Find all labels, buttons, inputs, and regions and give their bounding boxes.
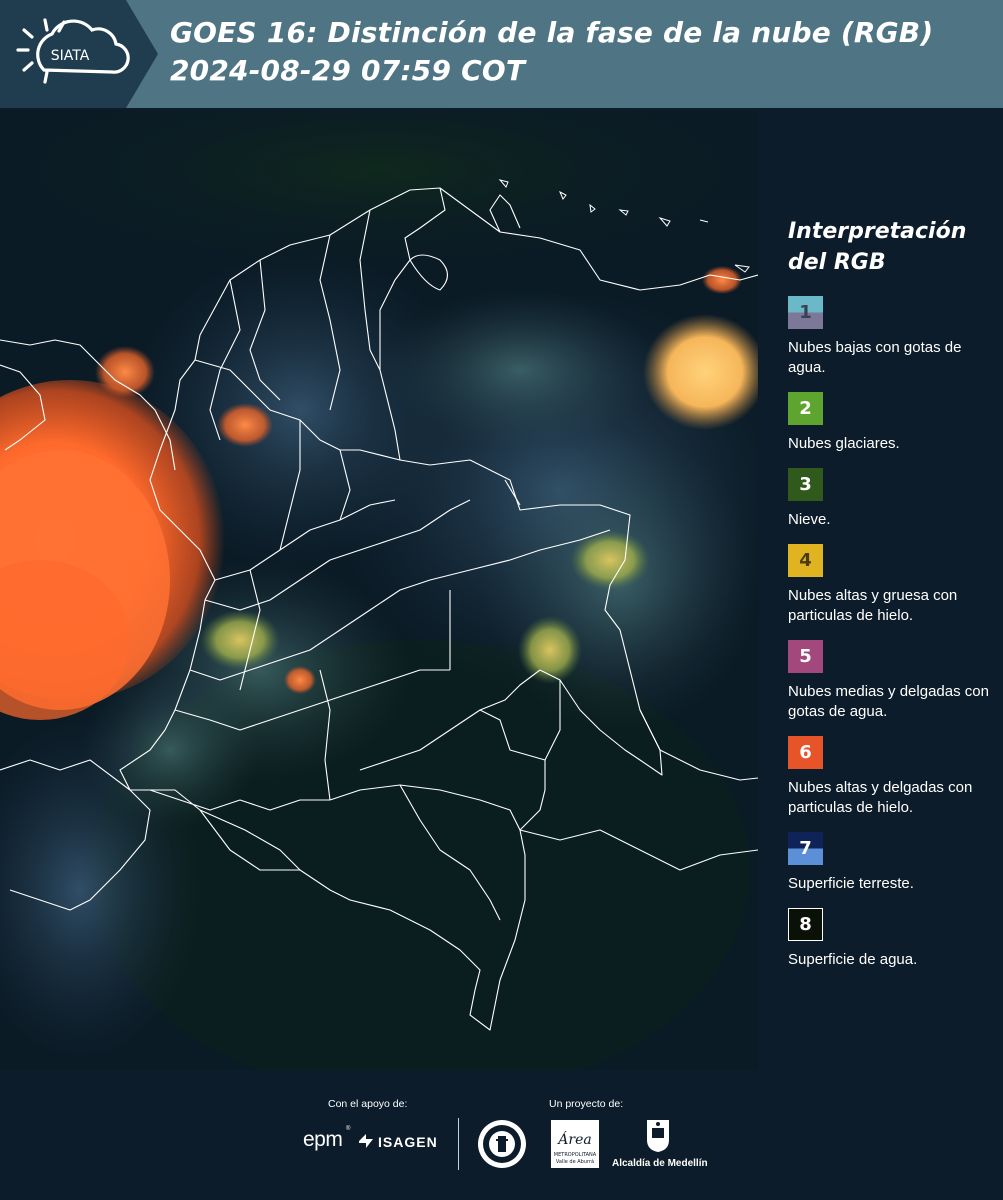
isagen-logo: ISAGEN (378, 1134, 438, 1150)
legend-title-line-2: del RGB (788, 250, 886, 275)
legend-number: 3 (799, 474, 812, 495)
legend-text: Nieve. (788, 511, 831, 528)
legend-number: 7 (799, 838, 812, 859)
legend-text: Superficie terreste. (788, 875, 914, 892)
legend-item: 7 Superficie terreste. (788, 832, 998, 894)
support-label: Con el apoyo de: (328, 1098, 408, 1110)
legend-item: 3 Nieve. (788, 468, 998, 530)
legend-text: Nubes glaciares. (788, 435, 900, 452)
legend-swatch: 6 (788, 736, 823, 769)
satellite-map (0, 110, 758, 1070)
svg-text:Área: Área (556, 1130, 591, 1148)
legend-title: Interpretación del RGB (788, 216, 998, 278)
legend-number: 2 (799, 398, 812, 419)
legend-swatch: 7 (788, 832, 823, 865)
legend-text: Superficie de agua. (788, 951, 918, 968)
legend-number: 4 (799, 550, 812, 571)
legend-number: 6 (799, 742, 812, 763)
legend-item: 8 Superficie de agua. (788, 908, 998, 970)
svg-text:METROPOLITANA: METROPOLITANA (554, 1152, 597, 1158)
legend-number: 5 (799, 646, 812, 667)
page-title: GOES 16: Distinción de la fase de la nub… (170, 14, 933, 90)
legend-item: 2 Nubes glaciares. (788, 392, 998, 454)
legend-swatch: 3 (788, 468, 823, 501)
legend-text: Nubes altas y gruesa con particulas de h… (788, 587, 958, 624)
legend-item: 1 Nubes bajas con gotas de agua. (788, 296, 998, 378)
legend-title-line-1: Interpretación (788, 219, 967, 244)
isagen-icon (359, 1134, 373, 1148)
epm-registered-mark: ® (346, 1126, 351, 1132)
legend-item: 5 Nubes medias y delgadas con gotas de ag… (788, 640, 998, 722)
title-line-1: GOES 16: Distinción de la fase de la nub… (170, 16, 934, 49)
footer-divider (458, 1118, 459, 1170)
header-bar: SIATA GOES 16: Distinción de la fase de … (0, 0, 1003, 108)
legend-swatch: 5 (788, 640, 823, 673)
area-metropolitana-logo: Área METROPOLITANA Valle de Aburrá (551, 1120, 599, 1168)
epm-logo: epm (303, 1128, 343, 1151)
legend-text: Nubes bajas con gotas de agua. (788, 339, 962, 376)
svg-text:Valle de Aburrá: Valle de Aburrá (556, 1158, 594, 1165)
alcaldia-logo: Alcaldía de Medellín (612, 1158, 708, 1169)
siata-logo: SIATA (0, 0, 158, 108)
footer: Con el apoyo de: Un proyecto de: epm ® I… (0, 1070, 1003, 1200)
legend-items: 1 Nubes bajas con gotas de agua. 2 Nubes gl… (788, 296, 998, 970)
medellin-shield-icon (647, 1120, 669, 1152)
legend-swatch: 1 (788, 296, 823, 329)
legend-text: Nubes medias y delgadas con gotas de agu… (788, 683, 989, 720)
legend-swatch: 4 (788, 544, 823, 577)
legend-text: Nubes altas y delgadas con particulas de… (788, 779, 973, 816)
legend-swatch: 2 (788, 392, 823, 425)
siata-brand-text: SIATA (51, 48, 90, 64)
title-line-2: 2024-08-29 07:59 COT (170, 54, 526, 87)
legend-swatch: 8 (788, 908, 823, 941)
legend-item: 6 Nubes altas y delgadas con particulas d… (788, 736, 998, 818)
rgb-legend: Interpretación del RGB 1 Nubes bajas con … (788, 216, 998, 984)
legend-number: 8 (799, 914, 812, 935)
project-label: Un proyecto de: (549, 1098, 624, 1110)
legend-item: 4 Nubes altas y gruesa con particulas de … (788, 544, 998, 626)
seal-logo (478, 1120, 526, 1168)
legend-number: 1 (799, 302, 812, 323)
